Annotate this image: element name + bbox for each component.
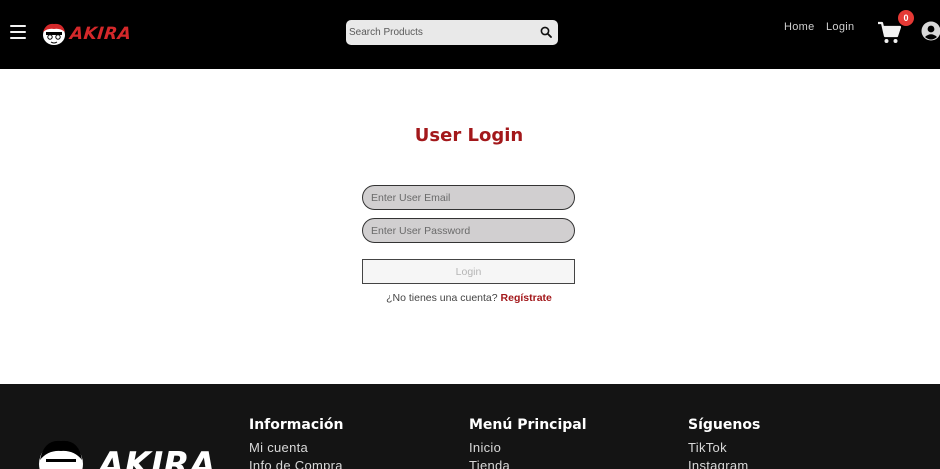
logo-text: AKIRA <box>68 24 133 44</box>
footer-link-tiktok[interactable]: TikTok <box>688 439 760 457</box>
logo-face-icon <box>43 23 65 45</box>
footer-heading: Menú Principal <box>469 417 587 433</box>
site-footer: AKIRA Información Mi cuenta Info de Comp… <box>0 384 940 469</box>
footer-column-social: Síguenos TikTok Instagram <box>688 417 760 469</box>
top-navbar: AKIRA Home Login 0 <box>0 0 940 69</box>
footer-logo-text: AKIRA <box>95 445 216 469</box>
register-prompt: ¿No tienes una cuenta? <box>386 292 498 304</box>
nav-login-link[interactable]: Login <box>826 21 854 33</box>
footer-heading: Síguenos <box>688 417 761 433</box>
footer-link-info-compra[interactable]: Info de Compra <box>249 457 344 469</box>
page-title: User Login <box>414 125 524 146</box>
cart-count-badge: 0 <box>898 10 914 26</box>
search-input[interactable] <box>346 21 526 44</box>
register-prompt-line: ¿No tienes una cuenta? Regístrate <box>0 292 938 304</box>
cart-icon[interactable] <box>877 21 901 45</box>
login-button[interactable]: Login <box>362 259 575 284</box>
search-icon[interactable] <box>540 26 552 38</box>
user-icon[interactable] <box>921 21 940 41</box>
footer-column-info: Información Mi cuenta Info de Compra <box>249 417 344 469</box>
register-link[interactable]: Regístrate <box>501 292 552 304</box>
nav-home-link[interactable]: Home <box>784 21 815 33</box>
search-bar <box>346 20 558 45</box>
footer-link-instagram[interactable]: Instagram <box>688 457 760 469</box>
footer-column-menu: Menú Principal Inicio Tienda <box>469 417 587 469</box>
email-field[interactable] <box>362 185 575 210</box>
footer-link-inicio[interactable]: Inicio <box>469 439 587 457</box>
footer-heading: Información <box>249 417 344 433</box>
brand-logo[interactable]: AKIRA <box>40 20 133 48</box>
password-field[interactable] <box>362 218 575 243</box>
footer-logo[interactable]: AKIRA <box>36 436 216 469</box>
footer-link-tienda[interactable]: Tienda <box>469 457 587 469</box>
footer-link-mi-cuenta[interactable]: Mi cuenta <box>249 439 344 457</box>
hamburger-icon[interactable] <box>10 25 26 39</box>
